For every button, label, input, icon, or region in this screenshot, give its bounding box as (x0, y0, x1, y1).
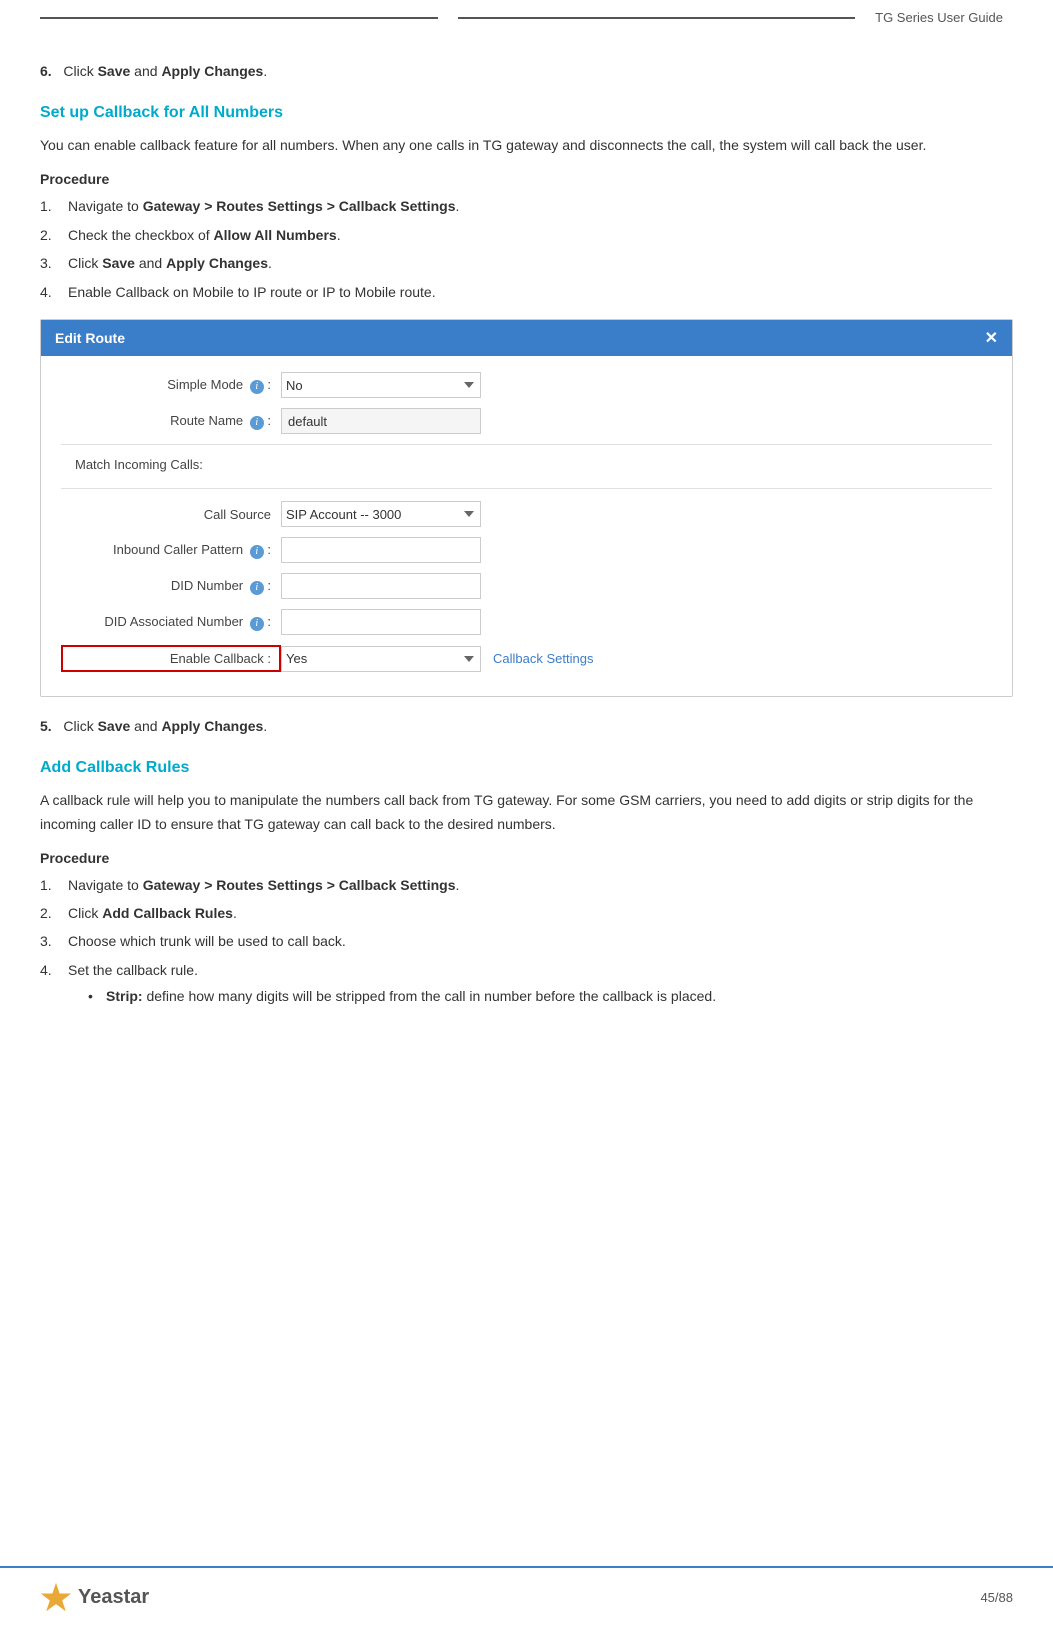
yeastar-logo-icon (40, 1581, 72, 1613)
section2-procedure-label: Procedure (40, 850, 1013, 866)
did-number-row: DID Number i : (61, 573, 992, 599)
page-content: 6. Click Save and Apply Changes. Set up … (0, 30, 1053, 1106)
section2-step-1: 1. Navigate to Gateway > Routes Settings… (40, 874, 1013, 896)
section2-step-4: 4. Set the callback rule. • Strip: defin… (40, 959, 1013, 1012)
call-source-row: Call Source SIP Account -- 3000 (61, 501, 992, 527)
step-6: 6. Click Save and Apply Changes. (40, 60, 1013, 82)
section1-procedure-label: Procedure (40, 171, 1013, 187)
footer-logo: Yeastar (40, 1581, 149, 1613)
inbound-caller-label: Inbound Caller Pattern i : (61, 542, 281, 559)
edit-route-dialog: Edit Route ✕ Simple Mode i : No Yes Rout… (40, 319, 1013, 697)
bullet-list: • Strip: define how many digits will be … (88, 985, 1013, 1007)
section1-steps: 1. Navigate to Gateway > Routes Settings… (40, 195, 1013, 303)
simple-mode-label: Simple Mode i : (61, 377, 281, 394)
simple-mode-select[interactable]: No Yes (281, 372, 481, 398)
did-number-info-icon: i (250, 581, 264, 595)
section2-paragraph: A callback rule will help you to manipul… (40, 789, 1013, 835)
section2-step-2: 2. Click Add Callback Rules. (40, 902, 1013, 924)
step-5-period: . (263, 718, 267, 734)
bullet-strip: • Strip: define how many digits will be … (88, 985, 1013, 1007)
route-name-input[interactable] (281, 408, 481, 434)
enable-callback-select[interactable]: Yes No (281, 646, 481, 672)
section1-step-3: 3. Click Save and Apply Changes. (40, 252, 1013, 274)
route-name-label: Route Name i : (61, 413, 281, 430)
step-6-apply: Apply Changes (161, 63, 263, 79)
callback-settings-link[interactable]: Callback Settings (493, 651, 593, 666)
step-6-num: 6. (40, 63, 59, 79)
section2-heading: Add Callback Rules (40, 759, 1013, 777)
did-number-input[interactable] (281, 573, 481, 599)
dialog-header: Edit Route ✕ (41, 320, 1012, 356)
step2-bold: Allow All Numbers (214, 227, 337, 243)
did-number-label: DID Number i : (61, 578, 281, 595)
dialog-title: Edit Route (55, 330, 125, 346)
dialog-body: Simple Mode i : No Yes Route Name i : Ma… (41, 356, 1012, 696)
step-6-and: and (130, 63, 161, 79)
section1-paragraph: You can enable callback feature for all … (40, 134, 1013, 157)
step-5-num: 5. (40, 718, 59, 734)
simple-mode-row: Simple Mode i : No Yes (61, 372, 992, 398)
section1-heading: Set up Callback for All Numbers (40, 104, 1013, 122)
page-header: TG Series User Guide (0, 0, 1053, 30)
did-associated-info-icon: i (250, 617, 264, 631)
step-5-save: Save (98, 718, 131, 734)
section1-step-4: 4. Enable Callback on Mobile to IP route… (40, 281, 1013, 303)
divider-2 (61, 488, 992, 489)
route-name-row: Route Name i : (61, 408, 992, 434)
header-title: TG Series User Guide (865, 10, 1013, 25)
dialog-close-button[interactable]: ✕ (985, 328, 998, 348)
section2-steps: 1. Navigate to Gateway > Routes Settings… (40, 874, 1013, 1012)
enable-callback-row: Enable Callback : Yes No Callback Settin… (61, 645, 992, 672)
step-6-save: Save (98, 63, 131, 79)
bullet-strip-text: Strip: define how many digits will be st… (106, 985, 716, 1007)
inbound-caller-input[interactable] (281, 537, 481, 563)
step-5-apply: Apply Changes (161, 718, 263, 734)
simple-mode-info-icon: i (250, 380, 264, 394)
step3-save: Save (102, 255, 135, 271)
s2-step1-bold: Gateway > Routes Settings > Callback Set… (143, 877, 456, 893)
enable-callback-label: Enable Callback : (61, 645, 281, 672)
step-6-period: . (263, 63, 267, 79)
route-name-info-icon: i (250, 416, 264, 430)
step-5-prefix: Click (63, 718, 97, 734)
section1-step-2: 2. Check the checkbox of Allow All Numbe… (40, 224, 1013, 246)
bullet-strip-term: Strip: (106, 988, 143, 1004)
callback-select-wrap: Yes No Callback Settings (281, 646, 593, 672)
page-footer: Yeastar 45/88 (0, 1566, 1053, 1626)
did-associated-input[interactable] (281, 609, 481, 635)
did-associated-row: DID Associated Number i : (61, 609, 992, 635)
section1-step-1: 1. Navigate to Gateway > Routes Settings… (40, 195, 1013, 217)
inbound-caller-info-icon: i (250, 545, 264, 559)
step1-bold: Gateway > Routes Settings > Callback Set… (143, 198, 456, 214)
footer-logo-text: Yeastar (78, 1586, 149, 1609)
step-6-prefix: Click (63, 63, 97, 79)
section2-step-3: 3. Choose which trunk will be used to ca… (40, 930, 1013, 952)
header-line-left (40, 17, 438, 19)
step-5-and: and (130, 718, 161, 734)
footer-page-number: 45/88 (980, 1590, 1013, 1605)
match-incoming-label: Match Incoming Calls: (61, 457, 992, 480)
bullet-point: • (88, 985, 106, 1007)
divider-1 (61, 444, 992, 445)
s2-step2-bold: Add Callback Rules (102, 905, 233, 921)
header-line-center (458, 17, 856, 19)
call-source-select[interactable]: SIP Account -- 3000 (281, 501, 481, 527)
step3-apply: Apply Changes (166, 255, 268, 271)
call-source-label: Call Source (61, 507, 281, 522)
did-associated-label: DID Associated Number i : (61, 614, 281, 631)
inbound-caller-row: Inbound Caller Pattern i : (61, 537, 992, 563)
step-5: 5. Click Save and Apply Changes. (40, 715, 1013, 737)
